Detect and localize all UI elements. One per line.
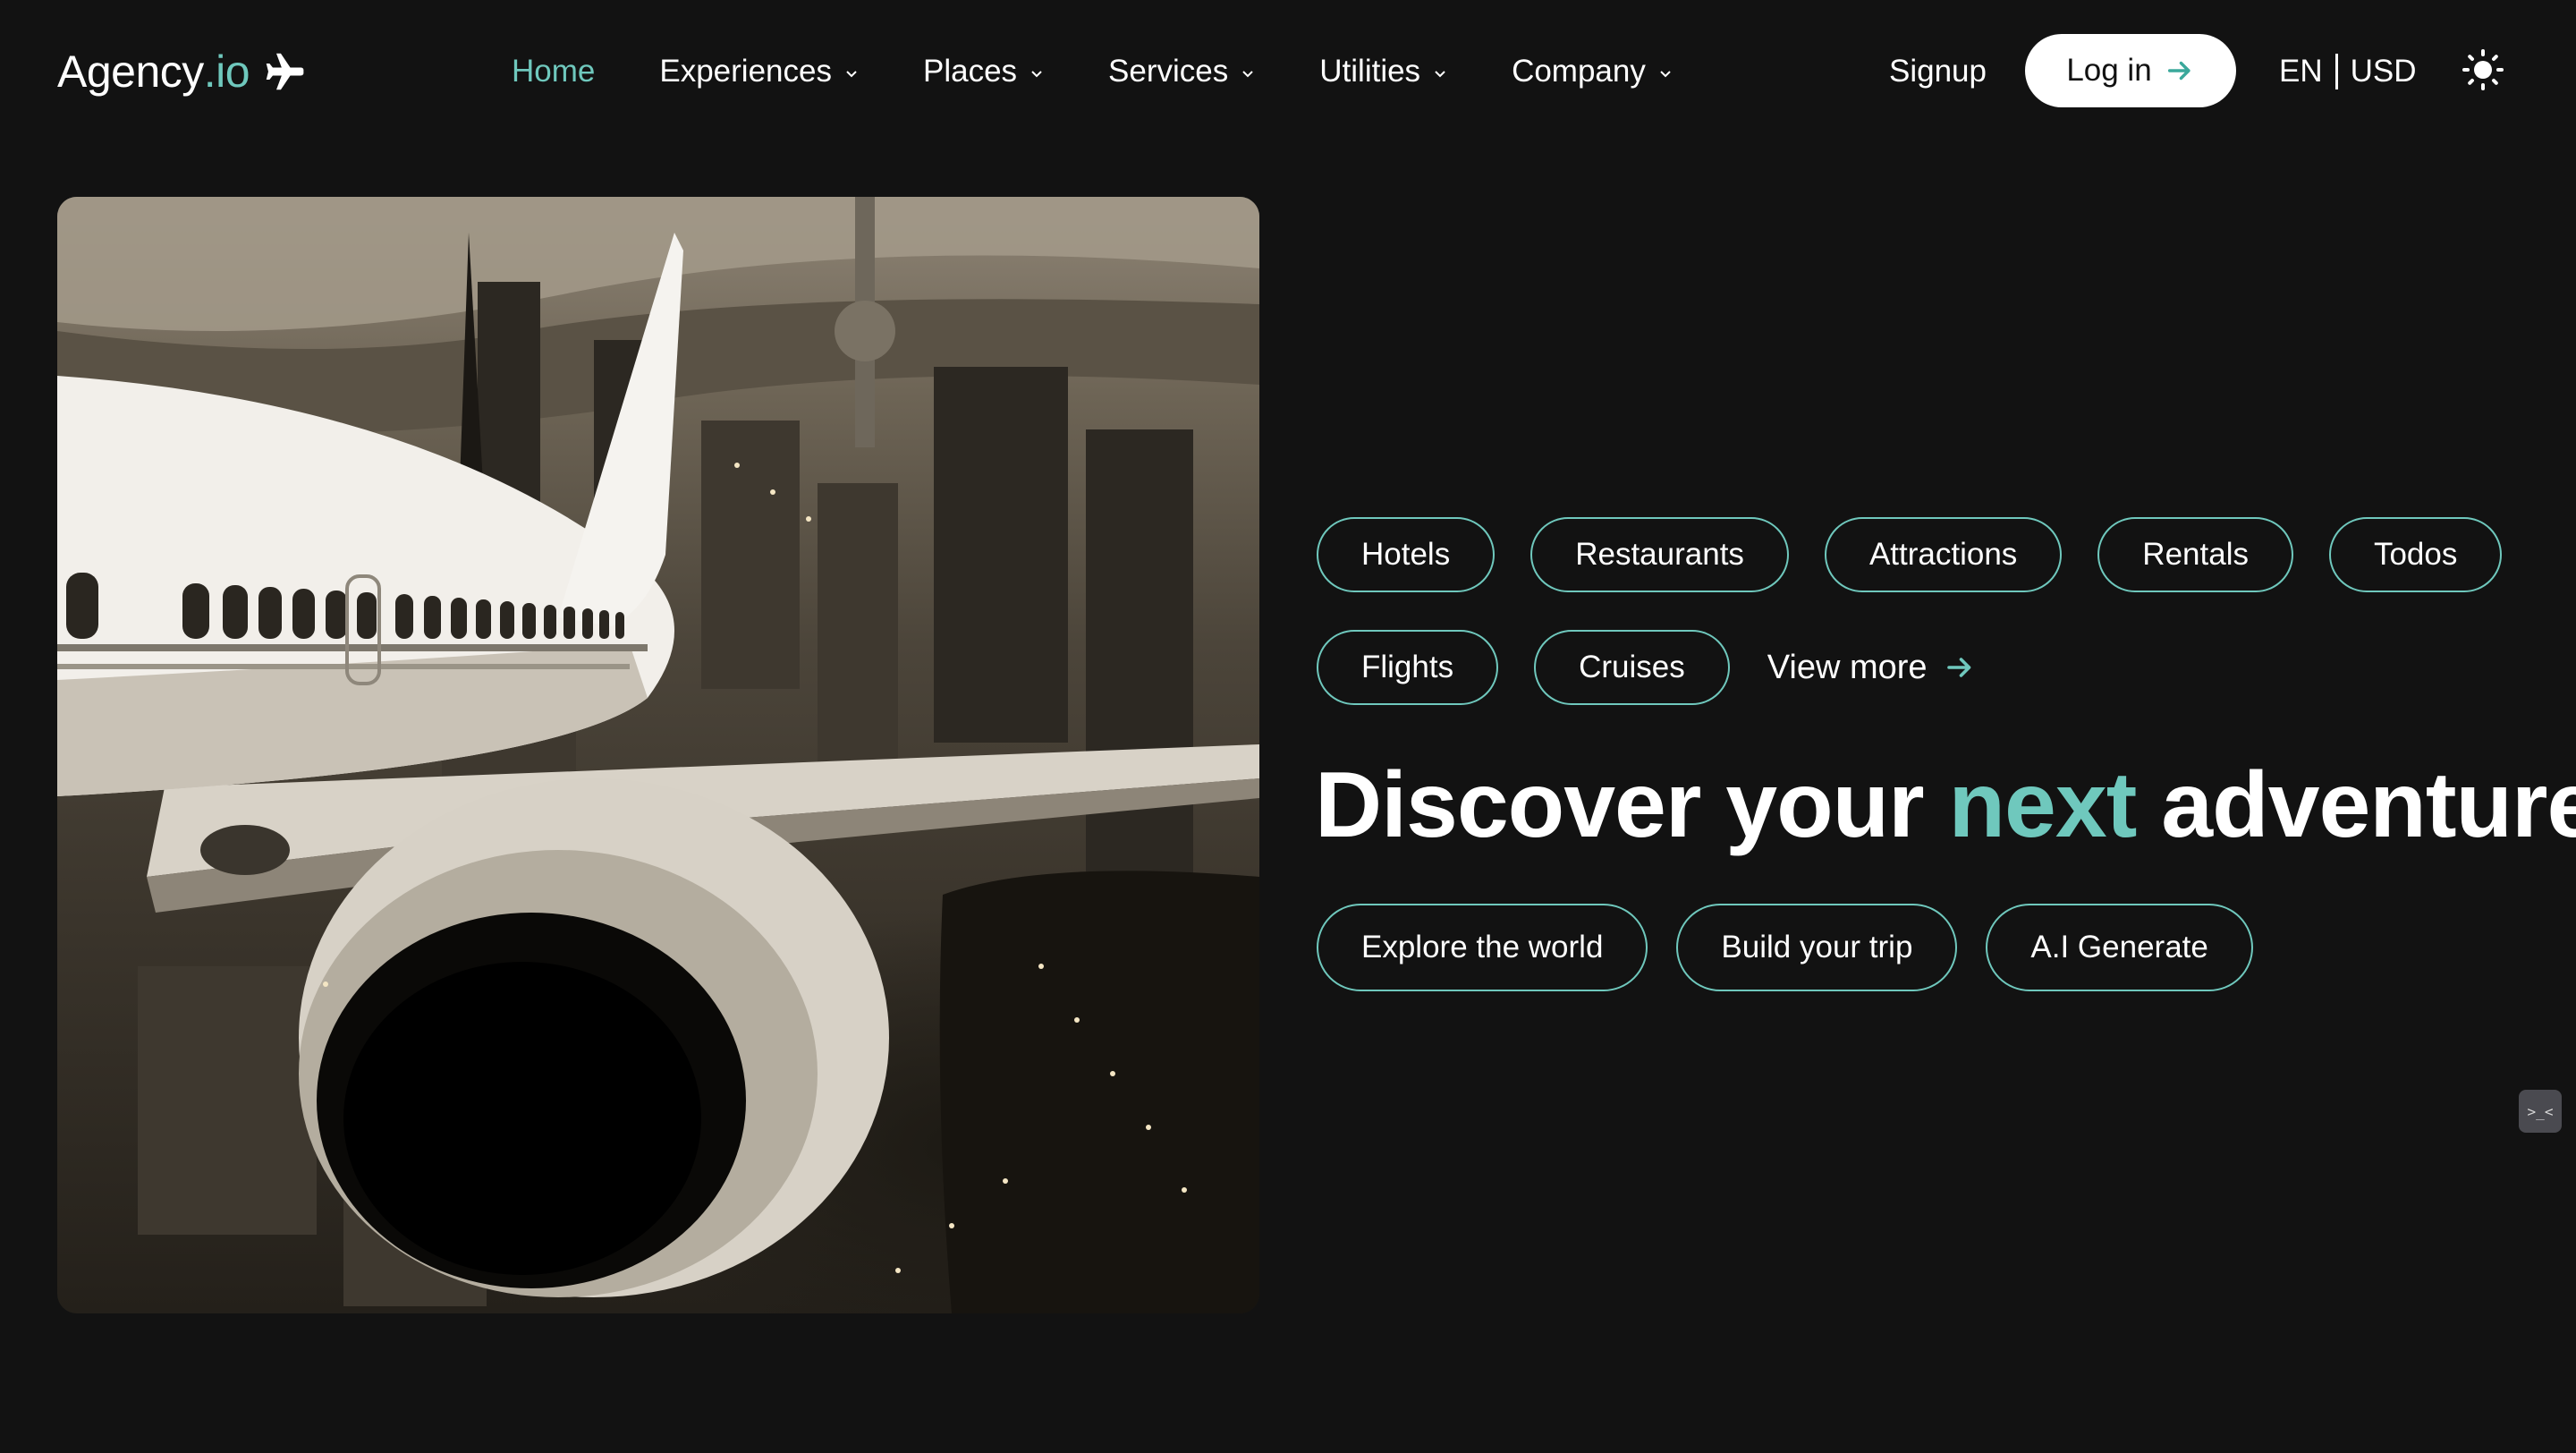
airplane-over-city-photo xyxy=(57,197,1259,1313)
brand-logo[interactable]: Agency .io xyxy=(57,43,309,100)
nav-label: Places xyxy=(922,54,1018,89)
headline-part-2: adventure xyxy=(2136,753,2576,857)
view-more-label: View more xyxy=(1767,648,1928,686)
hero-photo-illustration xyxy=(57,197,1259,1313)
nav-item-company[interactable]: Company xyxy=(1512,54,1673,89)
nav-item-experiences[interactable]: Experiences xyxy=(659,54,859,89)
locale-selector[interactable]: EN USD xyxy=(2279,47,2417,97)
brand-name-accent: .io xyxy=(203,47,250,97)
sun-icon[interactable] xyxy=(2462,48,2504,91)
brand-name: Agency xyxy=(57,47,204,97)
category-chips: Hotels Restaurants Attractions Rentals T… xyxy=(1317,517,2533,743)
nav-label: Experiences xyxy=(659,54,832,89)
login-button[interactable]: Log in xyxy=(2025,34,2236,107)
nav-item-places[interactable]: Places xyxy=(923,54,1044,89)
chevron-down-icon xyxy=(846,71,857,78)
signup-link[interactable]: Signup xyxy=(1889,47,1987,97)
explore-world-button[interactable]: Explore the world xyxy=(1317,904,1648,991)
hero-headline: Discover your next adventure xyxy=(1315,750,2576,861)
headline-accent-word: next xyxy=(1948,753,2138,857)
login-label: Log in xyxy=(2066,53,2152,88)
arrow-right-icon xyxy=(2167,61,2190,81)
main-nav: Home Experiences Places Services Utiliti… xyxy=(512,47,1673,97)
locale-divider xyxy=(2334,54,2338,89)
nav-label: Home xyxy=(512,54,596,89)
chevron-down-icon xyxy=(1031,71,1042,78)
chevron-down-icon xyxy=(1242,71,1253,78)
nav-label: Services xyxy=(1108,54,1229,89)
arrow-right-icon xyxy=(1946,658,1970,677)
chevron-down-icon xyxy=(1435,71,1445,78)
chevron-down-icon xyxy=(1660,71,1671,78)
hero-actions: Explore the world Build your trip A.I Ge… xyxy=(1317,904,2253,991)
top-navigation-bar: Agency .io Home Experiences Places Servic… xyxy=(0,0,2576,143)
nav-item-utilities[interactable]: Utilities xyxy=(1319,54,1447,89)
floating-helper-widget[interactable]: >_< xyxy=(2519,1090,2562,1133)
chip-rentals[interactable]: Rentals xyxy=(2097,517,2293,592)
chip-cruises[interactable]: Cruises xyxy=(1534,630,1730,705)
category-row-2: Flights Cruises View more xyxy=(1317,630,2533,705)
airplane-icon xyxy=(266,53,304,90)
category-row-1: Hotels Restaurants Attractions Rentals T… xyxy=(1317,517,2533,592)
chip-todos[interactable]: Todos xyxy=(2328,517,2503,592)
chip-attractions[interactable]: Attractions xyxy=(1824,517,2063,592)
nav-label: Company xyxy=(1512,54,1646,89)
chip-hotels[interactable]: Hotels xyxy=(1317,517,1496,592)
ai-generate-button[interactable]: A.I Generate xyxy=(1986,904,2253,991)
headline-part-1: Discover your xyxy=(1315,753,1949,857)
nav-item-home[interactable]: Home xyxy=(512,54,595,89)
build-trip-button[interactable]: Build your trip xyxy=(1676,904,1958,991)
nav-item-services[interactable]: Services xyxy=(1108,54,1255,89)
chip-flights[interactable]: Flights xyxy=(1317,630,1499,705)
nav-label: Utilities xyxy=(1319,54,1421,89)
view-more-link[interactable]: View more xyxy=(1767,649,1976,687)
currency-code: USD xyxy=(2350,54,2417,89)
language-code: EN xyxy=(2279,54,2323,89)
chip-restaurants[interactable]: Restaurants xyxy=(1530,517,1789,592)
